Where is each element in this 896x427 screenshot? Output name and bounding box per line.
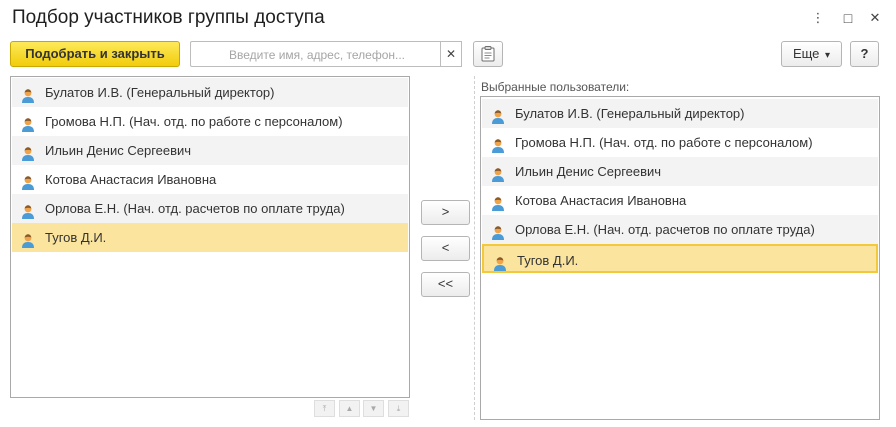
list-item[interactable]: Тугов Д.И.	[482, 244, 878, 273]
user-icon	[21, 230, 35, 248]
list-item[interactable]: Котова Анастасия Ивановна	[482, 186, 878, 215]
remove-user-button[interactable]: <	[421, 236, 470, 261]
user-icon	[21, 114, 35, 132]
list-item[interactable]: Ильин Денис Сергеевич	[12, 136, 408, 165]
selected-users-heading: Выбранные пользователи:	[481, 80, 630, 94]
list-item[interactable]: Булатов И.В. (Генеральный директор)	[482, 99, 878, 128]
user-icon	[491, 106, 505, 124]
list-item-label: Ильин Денис Сергеевич	[515, 164, 662, 179]
window-title: Подбор участников группы доступа	[12, 7, 325, 28]
search-clear-button[interactable]: ✕	[440, 41, 462, 67]
user-icon	[491, 222, 505, 240]
down-arrow-icon: ▼	[369, 404, 378, 413]
select-and-close-button[interactable]: Подобрать и закрыть	[10, 41, 180, 67]
remove-all-button[interactable]: <<	[421, 272, 470, 297]
more-button[interactable]: Еще ▾	[781, 41, 842, 67]
user-icon	[491, 135, 505, 153]
search-box	[190, 41, 440, 67]
list-item[interactable]: Ильин Денис Сергеевич	[482, 157, 878, 186]
close-icon[interactable]: ✕	[867, 9, 883, 27]
window-menu-icon[interactable]: ⋮	[810, 9, 826, 27]
list-item[interactable]: Орлова Е.Н. (Нач. отд. расчетов по оплат…	[12, 194, 408, 223]
list-item-label: Котова Анастасия Ивановна	[515, 193, 687, 208]
user-icon	[491, 164, 505, 182]
user-icon	[21, 143, 35, 161]
up-arrow-icon: ▲	[345, 404, 354, 413]
more-label: Еще	[792, 46, 820, 61]
list-item-label: Булатов И.В. (Генеральный директор)	[45, 85, 275, 100]
user-icon	[21, 172, 35, 190]
clear-icon: ✕	[445, 47, 457, 61]
list-item-label: Громова Н.П. (Нач. отд. по работе с перс…	[515, 135, 813, 150]
list-item[interactable]: Громова Н.П. (Нач. отд. по работе с перс…	[12, 107, 408, 136]
paste-button[interactable]	[473, 41, 503, 67]
move-last-icon: ⤓	[396, 404, 401, 413]
selected-users-list[interactable]: Булатов И.В. (Генеральный директор) Громо…	[480, 96, 880, 420]
list-item-label: Орлова Е.Н. (Нач. отд. расчетов по оплат…	[45, 201, 345, 216]
list-item[interactable]: Тугов Д.И.	[12, 223, 408, 252]
list-item-label: Ильин Денис Сергеевич	[45, 143, 192, 158]
move-down-button[interactable]: ▼	[363, 400, 384, 417]
list-item[interactable]: Котова Анастасия Ивановна	[12, 165, 408, 194]
chevron-down-icon: ▾	[825, 50, 831, 61]
list-item[interactable]: Орлова Е.Н. (Нач. отд. расчетов по оплат…	[482, 215, 878, 244]
move-to-bottom-button[interactable]: ⤓	[388, 400, 409, 417]
available-users-list[interactable]: Булатов И.В. (Генеральный директор) Громо…	[10, 76, 410, 398]
user-icon	[21, 85, 35, 103]
list-item-label: Котова Анастасия Ивановна	[45, 172, 217, 187]
list-item-label: Громова Н.П. (Нач. отд. по работе с перс…	[45, 114, 343, 129]
column-divider	[474, 76, 475, 420]
clipboard-icon	[481, 46, 495, 62]
list-item[interactable]: Булатов И.В. (Генеральный директор)	[12, 78, 408, 107]
move-up-button[interactable]: ▲	[339, 400, 360, 417]
list-item-label: Тугов Д.И.	[45, 230, 107, 245]
add-user-button[interactable]: >	[421, 200, 470, 225]
search-input[interactable]	[195, 43, 439, 67]
list-item-label: Орлова Е.Н. (Нач. отд. расчетов по оплат…	[515, 222, 815, 237]
user-icon	[491, 193, 505, 211]
help-button[interactable]: ?	[850, 41, 879, 67]
list-item[interactable]: Громова Н.П. (Нач. отд. по работе с перс…	[482, 128, 878, 157]
maximize-icon[interactable]: □	[840, 9, 856, 27]
user-icon	[493, 253, 507, 271]
user-icon	[21, 201, 35, 219]
list-item-label: Тугов Д.И.	[517, 253, 579, 268]
move-first-icon: ⤒	[322, 404, 327, 413]
move-to-top-button[interactable]: ⤒	[314, 400, 335, 417]
list-item-label: Булатов И.В. (Генеральный директор)	[515, 106, 745, 121]
